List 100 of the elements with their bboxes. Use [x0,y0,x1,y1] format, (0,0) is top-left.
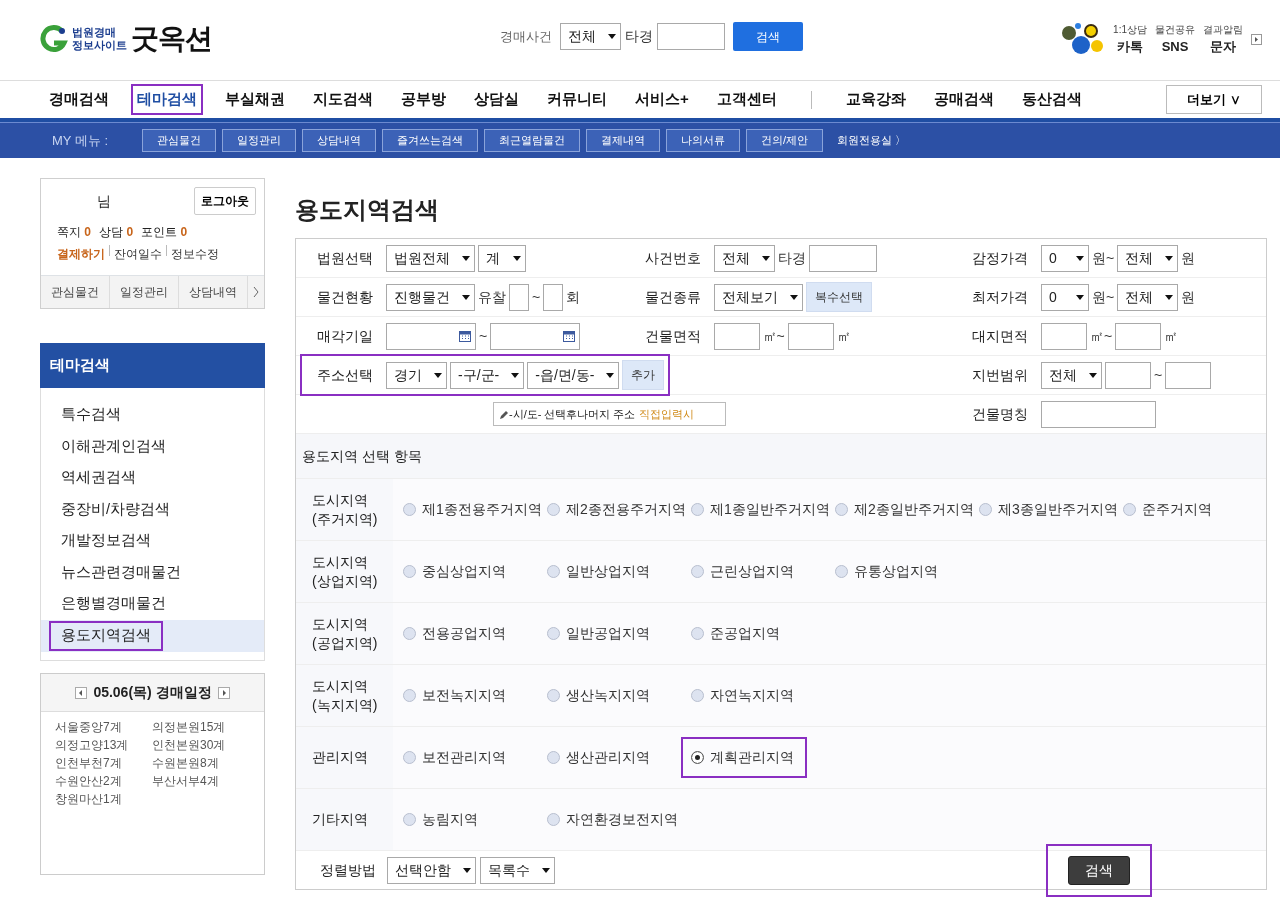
input-field[interactable] [713,322,760,350]
select-field[interactable]: 0 [1041,244,1089,272]
radio-button[interactable] [403,813,416,826]
radio-option[interactable]: 유통상업지역 [835,561,979,582]
radio-option[interactable]: 일반공업지역 [547,623,691,644]
radio-button[interactable] [979,503,992,516]
account-link[interactable]: 잔여일수 [114,245,162,263]
search-button[interactable]: 검색 [733,22,803,51]
radio-button[interactable] [1123,503,1136,516]
nav-link[interactable]: 서비스+ [631,86,693,113]
select-field[interactable]: 전체 [1117,283,1179,311]
radio-option[interactable]: 자연녹지지역 [691,685,835,706]
radio-button[interactable] [691,565,704,578]
select-field[interactable]: 계 [478,244,526,272]
nav-link[interactable]: 테마검색 [133,86,201,113]
account-link[interactable]: 정보수정 [171,245,219,263]
quick-tab[interactable]: 관심물건 [41,276,110,308]
radio-option[interactable]: 보전관리지역 [403,747,547,768]
account-link[interactable]: 결제하기 [57,245,105,263]
radio-option[interactable]: 계획관리지역 [691,747,797,768]
date-field[interactable] [490,322,581,350]
select-field[interactable]: 전체 [1117,244,1179,272]
select-field[interactable]: 선택안함 [387,856,476,884]
radio-option[interactable]: 전용공업지역 [403,623,547,644]
radio-button[interactable] [691,751,704,764]
search-button[interactable]: 검색 [1068,855,1130,885]
radio-option[interactable]: 생산관리지역 [547,747,691,768]
schedule-entry[interactable]: 수원본원8계 [152,753,262,772]
nav-link[interactable]: 공매검색 [929,86,998,113]
more-button[interactable]: 더보기 ∨ [1166,84,1262,115]
menu-item[interactable]: 중장비/차량검색 [51,496,181,523]
schedule-entry[interactable]: 서울중앙7계 [55,717,152,736]
schedule-entry[interactable]: 창원마산1계 [55,789,152,808]
input-field[interactable] [1041,322,1087,350]
nav-link[interactable]: 상담실 [470,86,523,113]
radio-button[interactable] [547,813,560,826]
case-select[interactable]: 전체 [560,23,621,50]
select-field[interactable]: -구/군- [450,361,525,389]
radio-option[interactable]: 생산녹지지역 [547,685,691,706]
my-menu-button[interactable]: 일정관리 [222,129,297,152]
shortcut-link[interactable]: SNS [1161,37,1189,57]
my-menu-button[interactable]: 최근열람물건 [484,129,581,152]
radio-button[interactable] [547,565,560,578]
option-button[interactable]: 복수선택 [805,282,872,312]
radio-button[interactable] [403,627,416,640]
select-field[interactable]: 경기 [386,361,447,389]
nav-link[interactable]: 경매검색 [45,86,113,113]
menu-item[interactable]: 이해관계인검색 [51,433,176,460]
schedule-entry[interactable]: 의정본원15계 [152,717,262,736]
case-number-field[interactable] [657,23,725,50]
radio-button[interactable] [691,689,704,702]
nav-link[interactable]: 고객센터 [712,86,781,113]
input-field[interactable] [1041,400,1156,428]
select-field[interactable]: -읍/면/동- [527,361,620,389]
nav-link[interactable]: 동산검색 [1017,86,1086,113]
radio-option[interactable]: 제1종전용주거지역 [403,499,547,520]
radio-option[interactable]: 자연환경보전지역 [547,809,691,830]
shortcut-link[interactable]: 카톡 [1117,37,1144,57]
menu-item[interactable]: 특수검색 [51,402,131,429]
select-field[interactable]: 목록수 [480,856,555,884]
radio-option[interactable]: 준공업지역 [691,623,835,644]
nav-link[interactable]: 공부방 [397,86,450,113]
menu-item[interactable]: 개발정보검색 [51,528,161,555]
nav-link[interactable]: 지도검색 [309,86,377,113]
radio-option[interactable]: 일반상업지역 [547,561,691,582]
radio-button[interactable] [403,503,416,516]
nav-link[interactable]: 교육강좌 [841,86,910,113]
logout-button[interactable]: 로그아웃 [194,187,256,215]
radio-option[interactable]: 준주거지역 [1123,499,1267,520]
my-menu-button[interactable]: 건의/제안 [746,129,824,152]
radio-button[interactable] [691,627,704,640]
nav-link[interactable]: 커뮤니티 [543,86,611,113]
radio-option[interactable]: 제3종일반주거지역 [979,499,1123,520]
radio-option[interactable]: 중심상업지역 [403,561,547,582]
menu-item[interactable]: 은행별경매물건 [51,591,176,618]
schedule-entry[interactable]: 부산서부4계 [152,771,262,790]
input-field[interactable] [1105,361,1151,389]
radio-option[interactable]: 제2종일반주거지역 [835,499,979,520]
quick-tab[interactable]: 상담내역 [179,276,248,308]
date-field[interactable] [386,322,476,350]
radio-button[interactable] [403,689,416,702]
my-menu-button[interactable]: 결제내역 [586,129,661,152]
radio-button[interactable] [835,565,848,578]
menu-item[interactable]: 역세권검색 [51,465,146,492]
select-field[interactable]: 법원전체 [386,244,475,272]
schedule-entry[interactable]: 수원안산2계 [55,771,152,790]
radio-button[interactable] [691,503,704,516]
my-menu-button[interactable]: 즐겨쓰는검색 [382,129,479,152]
radio-button[interactable] [403,565,416,578]
input-field[interactable] [1165,361,1212,389]
member-link[interactable]: 회원전용실 〉 [837,132,907,149]
radio-option[interactable]: 제2종전용주거지역 [547,499,691,520]
select-field[interactable]: 전체 [713,244,775,272]
nav-link[interactable]: 부실채권 [221,86,289,113]
select-field[interactable]: 0 [1041,283,1089,311]
option-button[interactable]: 추가 [622,360,665,390]
radio-button[interactable] [403,751,416,764]
schedule-entry[interactable]: 인천부천7계 [55,753,152,772]
radio-button[interactable] [835,503,848,516]
select-field[interactable]: 전체보기 [713,283,803,311]
